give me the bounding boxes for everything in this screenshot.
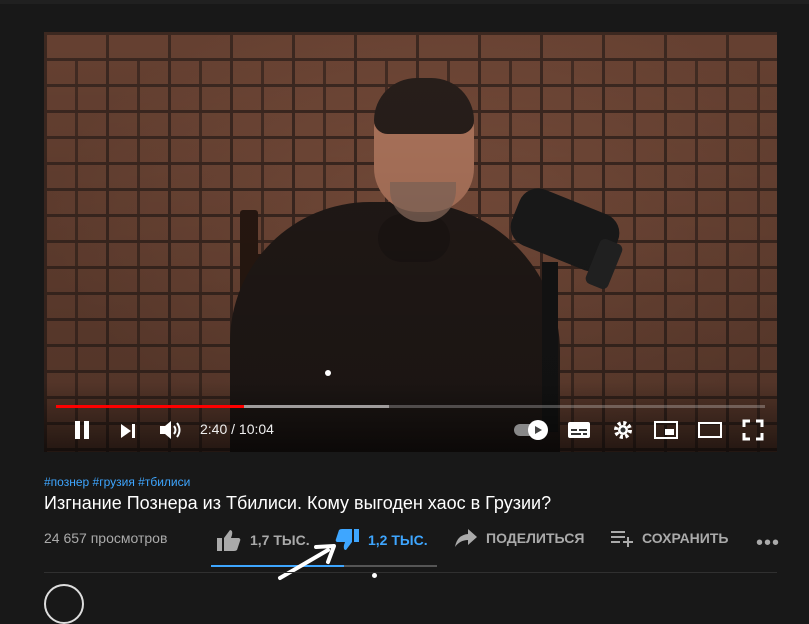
cursor-dot-2 (372, 573, 377, 578)
share-label: ПОДЕЛИТЬСЯ (486, 530, 585, 546)
annotation-arrow-icon (278, 544, 336, 580)
save-label: СОХРАНИТЬ (642, 530, 729, 546)
save-button[interactable]: СОХРАНИТЬ (610, 528, 728, 548)
video-title: Изгнание Познера из Тбилиси. Кому выгоде… (44, 493, 552, 513)
subtitles-icon[interactable] (566, 419, 592, 441)
pause-icon[interactable] (68, 418, 96, 442)
share-icon (455, 529, 477, 547)
more-icon[interactable]: ••• (756, 532, 780, 555)
volume-icon[interactable] (156, 418, 186, 442)
theater-icon[interactable] (696, 419, 724, 441)
share-button[interactable]: ПОДЕЛИТЬСЯ (454, 528, 584, 548)
miniplayer-icon[interactable] (652, 419, 680, 441)
autoplay-knob[interactable] (528, 420, 548, 440)
top-bar (0, 0, 809, 4)
progress-played (56, 405, 244, 408)
cursor-dot (325, 370, 331, 376)
video-player[interactable]: 2:40 / 10:04 (44, 32, 777, 452)
dislike-button[interactable]: 1,2 ТЫС. (334, 528, 428, 552)
view-count: 24 657 просмотров (44, 530, 168, 546)
controls-gradient (44, 382, 777, 452)
next-icon[interactable] (116, 420, 140, 442)
thumb-up-icon (217, 530, 241, 551)
fullscreen-icon[interactable] (740, 417, 766, 443)
time-display: 2:40 / 10:04 (200, 421, 274, 437)
save-playlist-icon (611, 531, 633, 547)
channel-avatar[interactable] (44, 584, 84, 624)
divider (44, 572, 777, 573)
dislike-count: 1,2 ТЫС. (368, 532, 428, 548)
hashtags[interactable]: #познер #грузия #тбилиси (44, 475, 190, 489)
progress-bar[interactable] (56, 405, 765, 408)
settings-icon[interactable] (610, 418, 636, 442)
